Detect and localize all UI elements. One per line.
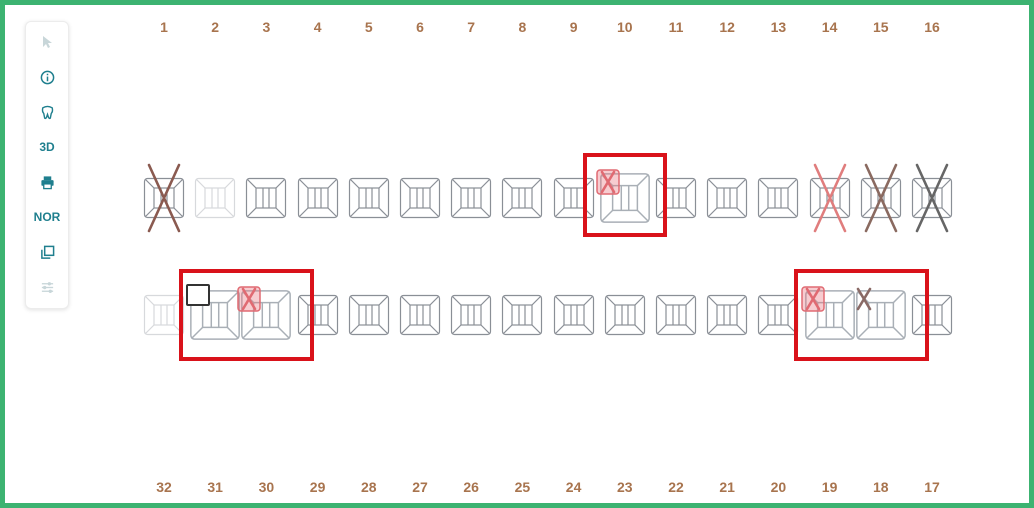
- tooth-number: 29: [309, 479, 326, 495]
- selection-box: [179, 269, 315, 361]
- tooth-number: 23: [617, 479, 633, 495]
- tooth-24[interactable]: [553, 294, 595, 341]
- info-icon: [40, 70, 54, 84]
- info-button[interactable]: [26, 65, 68, 89]
- tooth-2[interactable]: [194, 177, 236, 224]
- tooth-number: 27: [412, 479, 428, 495]
- selection-box: [582, 153, 667, 237]
- tooth-number: 14: [821, 19, 838, 35]
- tooth-5[interactable]: [348, 177, 390, 224]
- tooth-number: 32: [156, 479, 172, 495]
- tooth-number: 17: [924, 479, 940, 495]
- tooth-1[interactable]: [143, 163, 185, 233]
- tooth-number: 7: [467, 19, 476, 35]
- printer-icon: [40, 175, 54, 189]
- tooth-31-checkbox[interactable]: [186, 284, 210, 306]
- tooth-number: 31: [207, 479, 223, 495]
- select-tool-button[interactable]: [26, 30, 68, 54]
- tooth-number: 20: [770, 479, 787, 495]
- tooth-12[interactable]: [706, 177, 748, 224]
- tooth-icon: [41, 105, 53, 119]
- tooth-7[interactable]: [450, 177, 492, 224]
- tooth-3[interactable]: [245, 177, 287, 224]
- tooth-number: 26: [463, 479, 479, 495]
- normal-view-button[interactable]: NOR: [26, 205, 68, 229]
- copy-icon: [40, 245, 54, 259]
- tooth-number: 28: [361, 479, 377, 495]
- chart-frame: 3D NOR 1 2 3 4 5 6 7 8 9 10 11 12 13 14 15 16 32 31 30 29 2…: [0, 0, 1034, 508]
- tooth-number: 6: [416, 19, 424, 35]
- tooth-21[interactable]: [706, 294, 748, 341]
- tooth-28[interactable]: [348, 294, 390, 341]
- tooth-26[interactable]: [450, 294, 492, 341]
- tooth-number: 12: [719, 19, 735, 35]
- tooth-number: 11: [668, 19, 684, 35]
- sliders-icon: [41, 281, 53, 293]
- tooth-number: 3: [262, 19, 271, 35]
- tooth-number: 9: [569, 19, 578, 35]
- tooth-13[interactable]: [757, 177, 799, 224]
- tooth-8[interactable]: [501, 177, 543, 224]
- tool-palette: 3D NOR: [25, 21, 69, 309]
- tooth-27[interactable]: [399, 294, 441, 341]
- tooth-4[interactable]: [297, 177, 339, 224]
- tooth-number: 13: [770, 19, 787, 35]
- tooth-15[interactable]: [860, 163, 902, 233]
- copy-button[interactable]: [26, 240, 68, 264]
- tooth-view-button[interactable]: [26, 100, 68, 124]
- tooth-number: 19: [821, 479, 838, 495]
- tooth-number: 30: [258, 479, 275, 495]
- tooth-6[interactable]: [399, 177, 441, 224]
- tooth-16[interactable]: [911, 163, 953, 233]
- print-button[interactable]: [26, 170, 68, 194]
- cursor-arrow-icon: [43, 36, 52, 48]
- tooth-number: 24: [565, 479, 582, 495]
- tooth-number: 16: [924, 19, 940, 35]
- tooth-number: 21: [719, 479, 735, 495]
- tooth-23[interactable]: [604, 294, 646, 341]
- tooth-22[interactable]: [655, 294, 697, 341]
- tooth-number: 5: [364, 19, 373, 35]
- tooth-number: 18: [873, 479, 889, 495]
- settings-button[interactable]: [26, 275, 68, 299]
- tooth-25[interactable]: [501, 294, 543, 341]
- tooth-number: 10: [617, 19, 633, 35]
- tooth-number: 4: [313, 19, 322, 35]
- tooth-number: 15: [873, 19, 889, 35]
- tooth-number: 2: [211, 19, 220, 35]
- tooth-number: 25: [514, 479, 531, 495]
- selection-box: [793, 269, 929, 361]
- tooth-14[interactable]: [809, 163, 851, 233]
- tooth-number: 1: [160, 19, 168, 35]
- tooth-number: 8: [518, 19, 527, 35]
- 3d-view-button[interactable]: 3D: [26, 135, 68, 159]
- tooth-number: 22: [668, 479, 684, 495]
